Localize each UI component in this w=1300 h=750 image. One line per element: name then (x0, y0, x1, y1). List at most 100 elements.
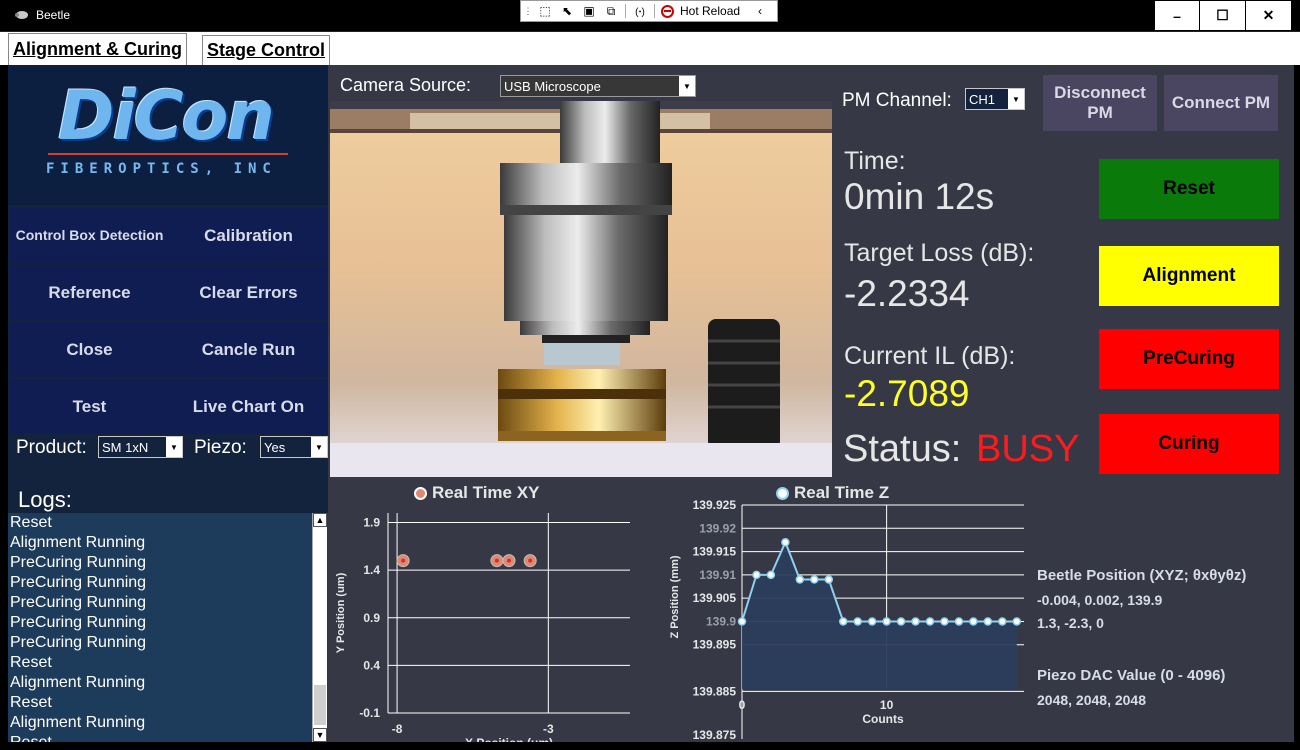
data-point (853, 617, 862, 626)
data-point (896, 617, 906, 626)
y-tick-label: 139.925 (693, 498, 737, 512)
current-il-value: -2.7089 (844, 373, 970, 414)
calibration-button[interactable]: Calibration (169, 208, 328, 263)
tab-strip: Alignment & Curing Stage Control (0, 32, 1300, 65)
hot-reload-icon[interactable] (661, 4, 674, 18)
chevron-down-icon[interactable]: ▼ (679, 76, 695, 96)
data-point (838, 617, 848, 626)
logs-label: Logs: (18, 487, 72, 512)
piezo-label: Piezo: (194, 437, 247, 458)
data-point (983, 617, 993, 626)
tab-alignment-curing[interactable]: Alignment & Curing (8, 33, 187, 65)
data-point-center (528, 558, 533, 563)
camera-source-value: USB Microscope (504, 78, 601, 94)
test-button[interactable]: Test (10, 379, 169, 434)
y-tick-label: 139.875 (693, 728, 737, 742)
camera-source-select[interactable]: USB Microscope ▼ (500, 75, 696, 97)
x-tick-label: -8 (392, 722, 403, 736)
adorner-icon[interactable]: ▣ (581, 3, 597, 19)
disconnect-pm-button[interactable]: Disconnect PM (1043, 75, 1157, 131)
chevron-down-icon[interactable]: ▼ (1008, 89, 1024, 109)
status-value: BUSY (976, 428, 1080, 470)
data-point-center (507, 558, 511, 563)
reference-button[interactable]: Reference (10, 265, 169, 320)
xy-chart-legend: Real Time XY (414, 483, 539, 503)
piezo-select[interactable]: Yes ▼ (260, 436, 328, 458)
x-tick-label: -3 (543, 722, 554, 736)
pointer-icon[interactable]: ⬉ (559, 3, 575, 19)
track-focus-icon[interactable]: ⧉ (603, 3, 619, 19)
product-value: SM 1xN (102, 439, 149, 455)
y-tick-label: 139.91 (699, 568, 736, 582)
scroll-down-icon[interactable]: ▼ (313, 728, 327, 742)
data-point (752, 570, 761, 580)
chevron-down-icon[interactable]: ▼ (166, 437, 182, 457)
scroll-thumb[interactable] (314, 685, 326, 725)
y-axis-label: Z Position (mm) (669, 555, 681, 638)
camera-feed (330, 101, 832, 477)
data-point (911, 617, 920, 626)
time-value: 0min 12s (844, 176, 995, 217)
data-point (954, 617, 964, 626)
cancel-run-button[interactable]: Cancle Run (169, 322, 328, 377)
data-point (882, 617, 891, 626)
collapse-chevron-icon[interactable]: ‹ (752, 3, 768, 19)
log-line: Alignment Running (10, 534, 146, 551)
data-point (1012, 617, 1022, 626)
hot-reload-label[interactable]: Hot Reload (680, 4, 740, 18)
data-point (795, 575, 805, 584)
log-line: Alignment Running (10, 674, 146, 691)
select-element-icon[interactable]: ⬚ (537, 3, 553, 19)
logs-list[interactable]: Reset Alignment Running PreCuring Running P… (8, 513, 328, 742)
connect-pm-button[interactable]: Connect PM (1164, 75, 1278, 131)
series-area (742, 542, 1017, 689)
log-line: PreCuring Running (10, 574, 147, 591)
tab-stage-control[interactable]: Stage Control (202, 35, 331, 65)
binding-icon[interactable]: (ꞏ) (632, 3, 648, 19)
close-run-button[interactable]: Close (10, 322, 169, 377)
beetle-position-theta: 1.3, -2.3, 0 (1037, 615, 1104, 631)
logo-brand: DiCon (58, 77, 275, 156)
curing-button[interactable]: Curing (1099, 414, 1279, 474)
beetle-position-title: Beetle Position (XYZ; θxθyθz) (1037, 567, 1247, 584)
data-point (925, 617, 935, 626)
reset-button[interactable]: Reset (1099, 159, 1279, 219)
y-tick-label: 139.9 (706, 614, 736, 628)
scroll-up-icon[interactable]: ▲ (313, 513, 327, 527)
xy-chart: 1.9 1.4 0.9 0.4 -0.1 -8 -3X Position (um) Y Pos… (335, 513, 630, 742)
x-axis-label: X Position (um) (465, 736, 553, 742)
precuring-button[interactable]: PreCuring (1099, 329, 1279, 389)
logo-subtitle: FIBEROPTICS, INC (46, 161, 277, 177)
clear-errors-button[interactable]: Clear Errors (169, 265, 328, 320)
y-tick-label: 139.885 (693, 684, 737, 698)
live-chart-button[interactable]: Live Chart On (169, 379, 328, 434)
product-label: Product: (16, 437, 87, 458)
maximize-button[interactable]: ☐ (1200, 0, 1246, 31)
xy-legend-label: Real Time XY (432, 483, 540, 502)
toolbar-separator (654, 4, 655, 18)
product-select[interactable]: SM 1xN ▼ (98, 436, 183, 458)
dicon-logo: DiCon FIBEROPTICS, INC (8, 65, 328, 205)
log-line: Alignment Running (10, 714, 146, 731)
logs-scrollbar[interactable]: ▲ ▼ (312, 513, 327, 742)
grip-icon[interactable]: ⋮ (524, 3, 533, 19)
beetle-app-icon (15, 11, 28, 19)
log-line: PreCuring Running (10, 634, 147, 651)
beetle-position-xyz: -0.004, 0.002, 139.9 (1037, 592, 1163, 608)
close-button[interactable]: ✕ (1246, 0, 1292, 31)
data-point (867, 617, 877, 626)
chevron-down-icon[interactable]: ▼ (311, 437, 327, 457)
data-point (810, 575, 819, 584)
z-chart: 139.925 139.92 139.915 139.91 139.905 139.9 13… (669, 498, 1024, 742)
data-point (969, 617, 978, 626)
y-axis-label: Y Position (um) (335, 572, 347, 653)
main-panel: DiCon FIBEROPTICS, INC Control Box Detec… (8, 65, 1294, 742)
minimize-button[interactable]: – (1154, 0, 1200, 31)
pm-channel-select[interactable]: CH1 ▼ (965, 88, 1025, 110)
x-tick-label: 0 (739, 698, 746, 712)
x-tick-label: 10 (880, 698, 894, 712)
alignment-button[interactable]: Alignment (1099, 246, 1279, 306)
y-tick-label: 1.9 (363, 516, 380, 530)
control-box-detection-button[interactable]: Control Box Detection (10, 208, 169, 263)
data-point (781, 538, 790, 547)
